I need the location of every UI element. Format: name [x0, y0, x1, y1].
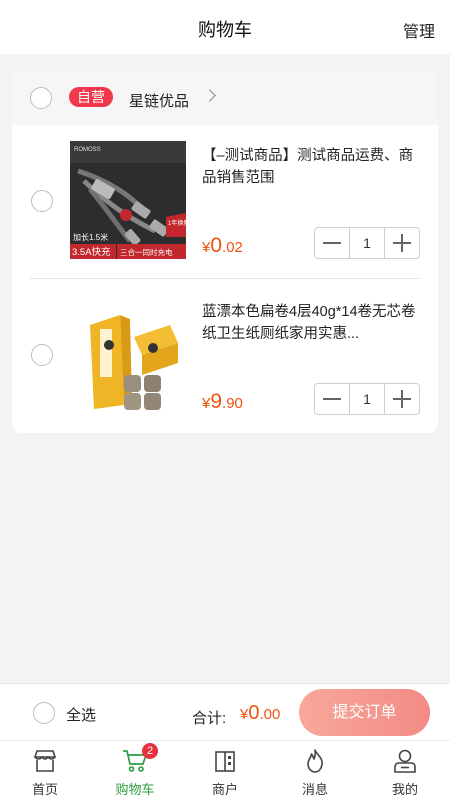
cart-count-badge: 2: [142, 743, 158, 759]
fast-charge-text: 3.5A快充: [72, 246, 111, 258]
total-decimal: .00: [259, 706, 281, 723]
decrease-button[interactable]: [315, 228, 349, 258]
tab-cart[interactable]: 2 购物车: [90, 741, 180, 800]
select-all-checkbox[interactable]: [33, 702, 55, 724]
item-select-checkbox[interactable]: [31, 344, 53, 366]
manage-button[interactable]: 管理: [403, 18, 435, 42]
checkout-bar: 全选 合计: ¥0.00 提交订单: [0, 683, 450, 740]
cart-item: 蓝漂本色扁卷4层40g*14卷无芯卷纸卫生纸厕纸家用实惠... ¥9.90 1: [12, 279, 438, 431]
total-integer: 0: [248, 702, 260, 724]
item-price: ¥9.90: [202, 390, 243, 414]
tab-label: 购物车: [115, 782, 155, 797]
tab-profile[interactable]: 我的: [360, 741, 450, 800]
total-amount: ¥0.00: [240, 702, 280, 725]
self-operated-badge: 自营: [69, 87, 113, 107]
price-decimal: .02: [222, 239, 243, 256]
select-all-label[interactable]: 全选: [66, 704, 96, 725]
item-title[interactable]: 【–测试商品】测试商品运费、商品销售范围: [202, 145, 424, 189]
tab-messages[interactable]: 消息: [270, 741, 360, 800]
merchant-icon: [215, 751, 235, 772]
message-flame-icon: [307, 749, 323, 773]
quantity-stepper: 1: [314, 383, 420, 415]
quantity-value[interactable]: 1: [349, 228, 385, 258]
store-cart-card: 自营 星链优品 ROMOSS 1年换新 加长1.5米 3.5A快充 三合一同时充…: [12, 71, 438, 433]
cart-item: ROMOSS 1年换新 加长1.5米 3.5A快充 三合一同时充电 【–测试商品…: [12, 125, 438, 277]
total-label: 合计:: [192, 710, 227, 727]
item-price: ¥0.02: [202, 234, 243, 258]
tag-text: 1年换新: [168, 219, 186, 227]
bottom-tab-bar: 首页 2 购物车 商户 消息 我的: [0, 740, 450, 800]
price-integer: 9: [210, 390, 223, 413]
quantity-stepper: 1: [314, 227, 420, 259]
quantity-value[interactable]: 1: [349, 384, 385, 414]
top-nav-bar: 购物车 管理: [0, 0, 450, 54]
tab-label: 我的: [391, 782, 418, 797]
store-name[interactable]: 星链优品: [129, 90, 189, 111]
brand-text: ROMOSS: [74, 147, 101, 153]
item-title[interactable]: 蓝漂本色扁卷4层40g*14卷无芯卷纸卫生纸厕纸家用实惠...: [202, 301, 424, 345]
chevron-right-icon[interactable]: [203, 89, 216, 102]
item-select-checkbox[interactable]: [31, 190, 53, 212]
decrease-button[interactable]: [315, 384, 349, 414]
product-image-cable[interactable]: ROMOSS 1年换新 加长1.5米 3.5A快充 三合一同时充电: [70, 141, 186, 259]
increase-button[interactable]: [385, 228, 419, 258]
tab-label: 消息: [301, 782, 328, 797]
home-store-icon: [33, 750, 57, 772]
tab-label: 商户: [211, 782, 238, 797]
tab-home[interactable]: 首页: [0, 741, 90, 800]
length-text: 加长1.5米: [73, 232, 108, 242]
price-integer: 0: [210, 234, 223, 257]
tab-merchant[interactable]: 商户: [180, 741, 270, 800]
tab-label: 首页: [31, 782, 58, 797]
profile-icon: [394, 749, 416, 773]
submit-order-button[interactable]: 提交订单: [299, 689, 430, 736]
price-decimal: .90: [222, 395, 243, 412]
page-title: 购物车: [198, 20, 252, 40]
increase-button[interactable]: [385, 384, 419, 414]
product-image-tissue[interactable]: [70, 297, 186, 415]
store-select-checkbox[interactable]: [30, 87, 52, 109]
three-in-one-text: 三合一同时充电: [120, 247, 173, 257]
store-header: 自营 星链优品: [12, 71, 438, 125]
